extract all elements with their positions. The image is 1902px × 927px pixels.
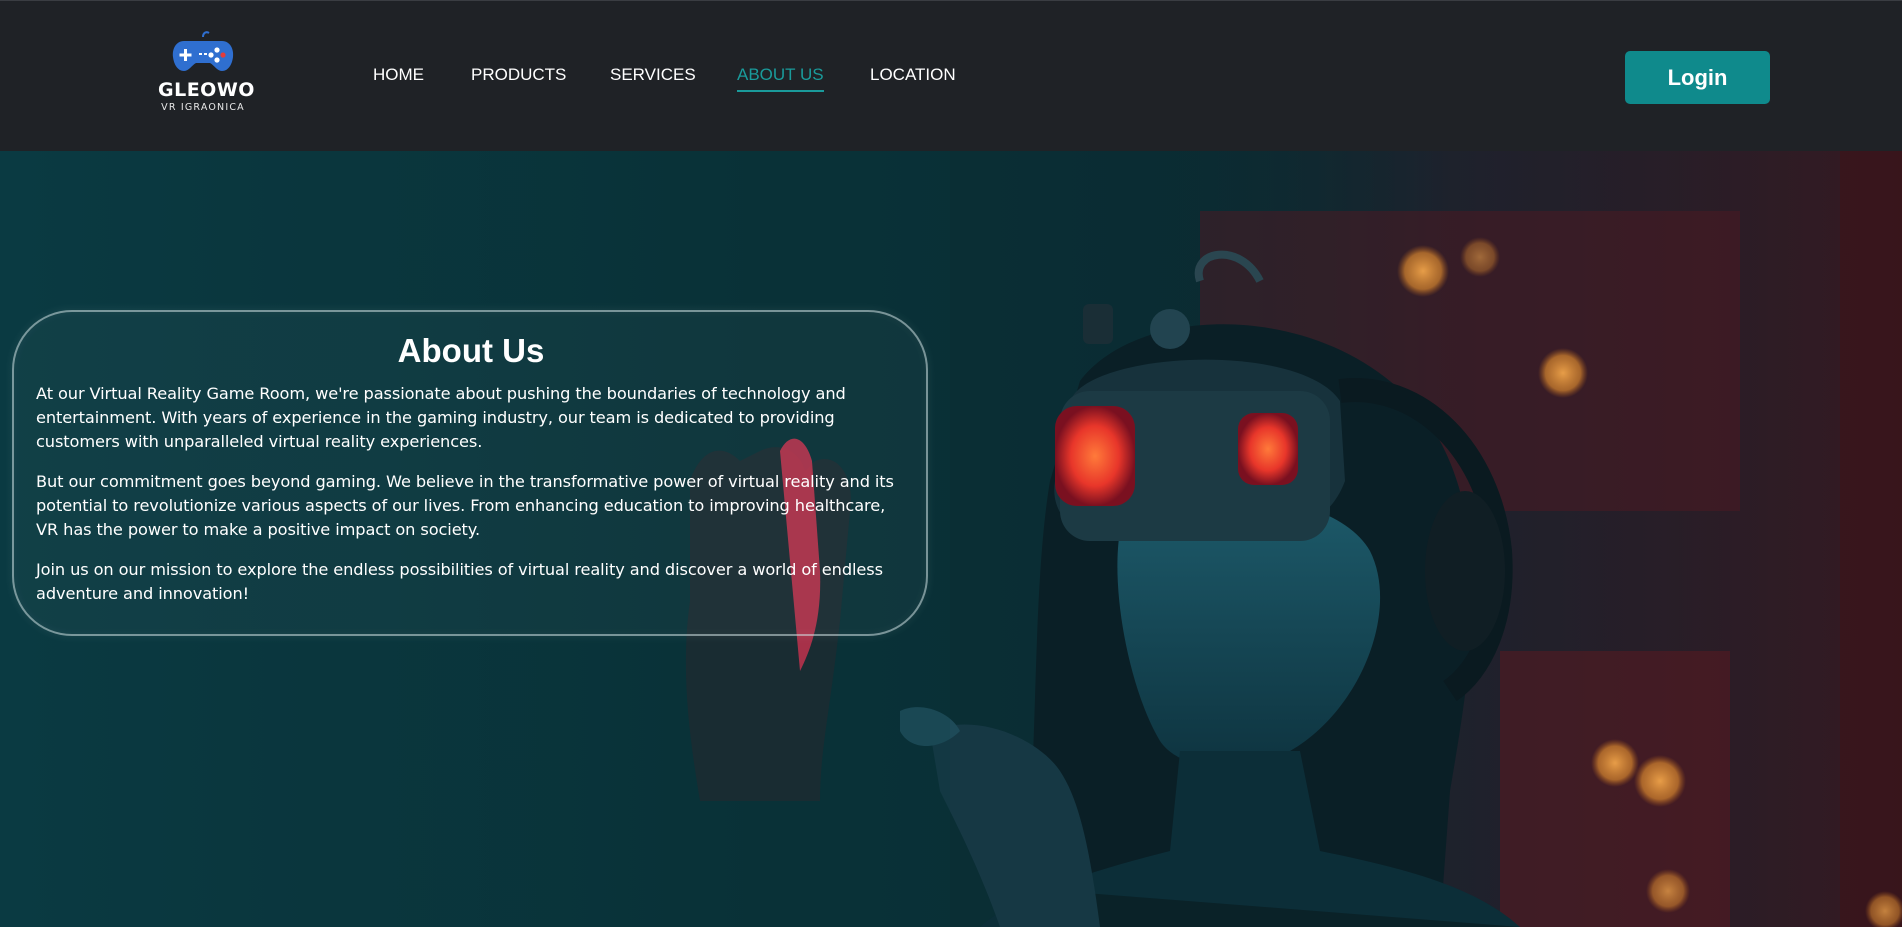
- about-paragraph-1: At our Virtual Reality Game Room, we're …: [36, 384, 846, 451]
- brand-name: GLEOWO: [158, 79, 255, 101]
- nav-home[interactable]: HOME: [373, 65, 424, 85]
- gamepad-icon: [172, 31, 234, 71]
- nav-about-us[interactable]: ABOUT US: [737, 65, 824, 92]
- about-paragraph-3: Join us on our mission to explore the en…: [36, 560, 883, 603]
- nav-services[interactable]: SERVICES: [610, 65, 696, 85]
- nav-location[interactable]: LOCATION: [870, 65, 956, 85]
- about-paragraph-2: But our commitment goes beyond gaming. W…: [36, 472, 894, 539]
- brand-logo[interactable]: GLEOWO VR IGRAONICA: [158, 31, 255, 116]
- about-title: About Us: [397, 332, 545, 369]
- nav-products[interactable]: PRODUCTS: [471, 65, 566, 85]
- site-header: GLEOWO VR IGRAONICA HOME PRODUCTS SERVIC…: [0, 0, 1902, 151]
- page: GLEOWO VR IGRAONICA HOME PRODUCTS SERVIC…: [0, 0, 1902, 927]
- about-card: About Us At our Virtual Reality Game Roo…: [12, 310, 928, 636]
- brand-tagline: VR IGRAONICA: [161, 102, 245, 113]
- login-button[interactable]: Login: [1625, 51, 1770, 104]
